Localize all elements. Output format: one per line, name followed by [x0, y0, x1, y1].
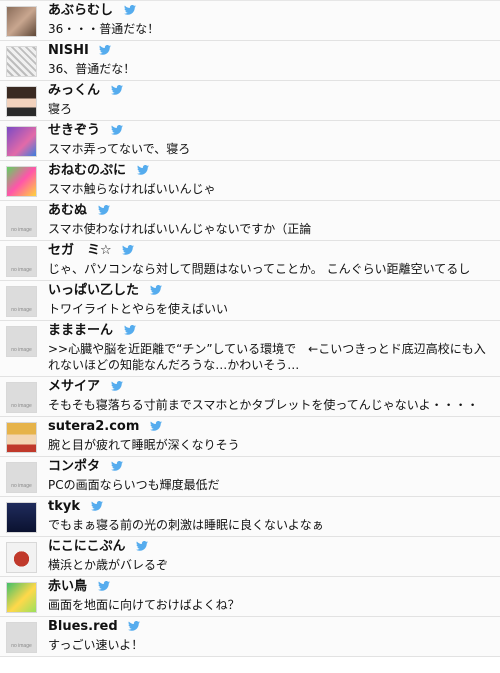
- comment-row-14: にこにこぷん 横浜とか歳がバレるぞ: [0, 537, 500, 577]
- comment-text: >>心臓や脳を近距離で“チン”している環境で ←こいつきっとド底辺高校にも入れな…: [48, 342, 486, 372]
- no-image-label: no image: [11, 227, 32, 233]
- avatar[interactable]: no image: [6, 246, 37, 277]
- username[interactable]: まままーん: [48, 323, 113, 338]
- avatar[interactable]: no image: [6, 286, 37, 317]
- avatar[interactable]: [6, 166, 37, 197]
- comment-row-3: みっくん 寝ろ: [0, 81, 500, 121]
- comment-text: じゃ、パソコンなら対して問題はないってことか。 こんぐらい距離空いてるし: [48, 262, 471, 276]
- twitter-bird-icon[interactable]: [90, 501, 103, 511]
- comment-row-8: no image いっぱい乙した トワイライトとやらを使えばいい: [0, 281, 500, 321]
- comment-row-12: no image コンポタ PCの画面ならいつも輝度最低だ: [0, 457, 500, 497]
- comment-text: 36・・・普通だな！: [48, 22, 160, 36]
- avatar[interactable]: [6, 126, 37, 157]
- twitter-bird-icon[interactable]: [99, 45, 112, 55]
- no-image-label: no image: [11, 403, 32, 409]
- twitter-bird-icon[interactable]: [123, 325, 136, 335]
- comment-row-11: sutera2.com 腕と目が疲れて睡眠が深くなりそう: [0, 417, 500, 457]
- username[interactable]: あぶらむし: [48, 3, 113, 18]
- comment-text: そもそも寝落ちる寸前までスマホとかタブレットを使ってんじゃないよ・・・・: [48, 398, 479, 412]
- comment-text: すっごい速いよ！: [48, 638, 144, 652]
- username[interactable]: Blues.red: [48, 619, 118, 634]
- avatar[interactable]: [6, 502, 37, 533]
- no-image-label: no image: [11, 643, 32, 649]
- no-image-label: no image: [11, 483, 32, 489]
- twitter-bird-icon[interactable]: [97, 581, 110, 591]
- twitter-bird-icon[interactable]: [97, 205, 110, 215]
- comment-text: PCの画面ならいつも輝度最低だ: [48, 478, 220, 492]
- username[interactable]: sutera2.com: [48, 419, 139, 434]
- avatar[interactable]: [6, 582, 37, 613]
- comment-text: 腕と目が疲れて睡眠が深くなりそう: [48, 438, 240, 452]
- avatar[interactable]: [6, 542, 37, 573]
- comment-row-1: あぶらむし 36・・・普通だな！: [0, 1, 500, 41]
- no-image-label: no image: [11, 307, 32, 313]
- username[interactable]: メサイア: [48, 379, 100, 394]
- comment-text: 寝ろ: [48, 102, 73, 116]
- username[interactable]: あむぬ: [48, 203, 87, 218]
- comment-row-9: no image まままーん >>心臓や脳を近距離で“チン”している環境で ←こ…: [0, 321, 500, 377]
- twitter-bird-icon[interactable]: [149, 421, 162, 431]
- no-image-label: no image: [11, 267, 32, 273]
- twitter-bird-icon[interactable]: [110, 85, 123, 95]
- comment-row-7: no image セガ ミ☆ じゃ、パソコンなら対して問題はないってことか。 こ…: [0, 241, 500, 281]
- comment-text: スマホ触らなければいいんじゃ: [48, 182, 216, 196]
- twitter-bird-icon[interactable]: [136, 541, 149, 551]
- twitter-bird-icon[interactable]: [128, 621, 141, 631]
- no-image-label: no image: [11, 347, 32, 353]
- username[interactable]: いっぱい乙した: [48, 283, 139, 298]
- username[interactable]: セガ ミ☆: [48, 243, 112, 258]
- avatar[interactable]: no image: [6, 622, 37, 653]
- comment-text: 画面を地面に向けておけばよくね？: [48, 598, 240, 612]
- avatar[interactable]: no image: [6, 206, 37, 237]
- username[interactable]: コンポタ: [48, 459, 100, 474]
- twitter-bird-icon[interactable]: [110, 125, 123, 135]
- username[interactable]: みっくん: [48, 83, 100, 98]
- avatar[interactable]: [6, 422, 37, 453]
- comment-text: スマホ弄ってないで、寝ろ: [48, 142, 191, 156]
- comment-text: 36、普通だな！: [48, 62, 136, 76]
- avatar[interactable]: [6, 86, 37, 117]
- avatar[interactable]: [6, 46, 37, 77]
- username[interactable]: せきぞう: [48, 123, 100, 138]
- comment-text: 横浜とか歳がバレるぞ: [48, 558, 169, 572]
- twitter-bird-icon[interactable]: [110, 381, 123, 391]
- username[interactable]: 赤い鳥: [48, 579, 87, 594]
- avatar[interactable]: no image: [6, 462, 37, 493]
- twitter-bird-icon[interactable]: [149, 285, 162, 295]
- comment-text: でもまぁ寝る前の光の刺激は睡眠に良くないよなぁ: [48, 518, 324, 532]
- comment-row-16: no image Blues.red すっごい速いよ！: [0, 617, 500, 657]
- twitter-bird-icon[interactable]: [136, 165, 149, 175]
- username[interactable]: にこにこぷん: [48, 539, 125, 554]
- comment-row-10: no image メサイア そもそも寝落ちる寸前までスマホとかタブレットを使って…: [0, 377, 500, 417]
- username[interactable]: tkyk: [48, 499, 80, 514]
- comment-row-13: tkyk でもまぁ寝る前の光の刺激は睡眠に良くないよなぁ: [0, 497, 500, 537]
- comment-row-2: NISHI 36、普通だな！: [0, 41, 500, 81]
- comment-row-4: せきぞう スマホ弄ってないで、寝ろ: [0, 121, 500, 161]
- avatar[interactable]: [6, 6, 37, 37]
- comment-row-5: おねむのぷに スマホ触らなければいいんじゃ: [0, 161, 500, 201]
- comment-text: トワイライトとやらを使えばいい: [48, 302, 229, 316]
- twitter-bird-icon[interactable]: [122, 245, 135, 255]
- comment-row-15: 赤い鳥 画面を地面に向けておけばよくね？: [0, 577, 500, 617]
- twitter-bird-icon[interactable]: [110, 461, 123, 471]
- comment-list: あぶらむし 36・・・普通だな！ NISHI 36、普通だな！ みっくん 寝ろ …: [0, 0, 500, 657]
- username[interactable]: おねむのぷに: [48, 163, 126, 178]
- avatar[interactable]: no image: [6, 382, 37, 413]
- comment-text: スマホ使わなければいいんじゃないですか（正論: [48, 222, 312, 236]
- comment-row-6: no image あむぬ スマホ使わなければいいんじゃないですか（正論: [0, 201, 500, 241]
- username[interactable]: NISHI: [48, 43, 89, 58]
- avatar[interactable]: no image: [6, 326, 37, 357]
- twitter-bird-icon[interactable]: [123, 5, 136, 15]
